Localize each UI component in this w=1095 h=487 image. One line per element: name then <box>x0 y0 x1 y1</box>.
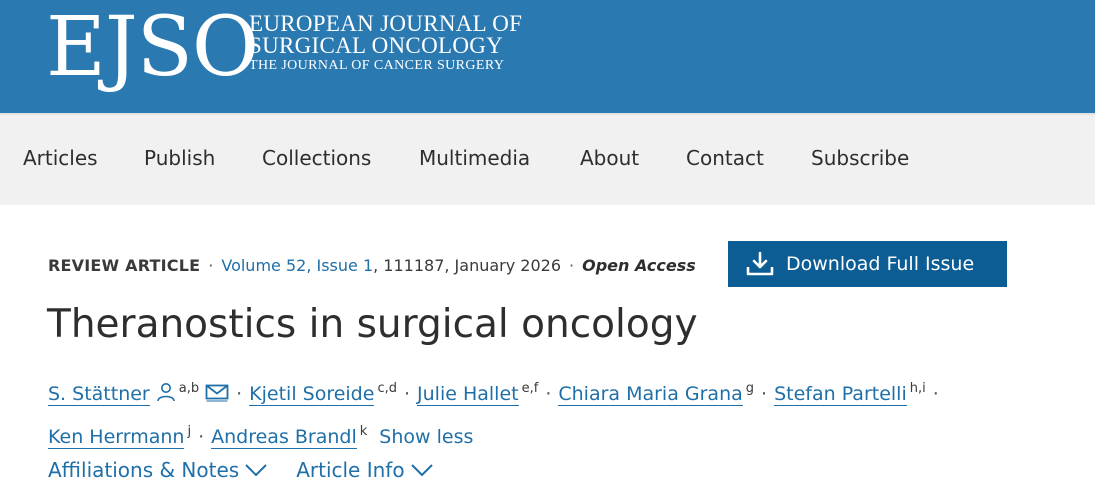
author-affiliation-sup[interactable]: h,i <box>910 381 926 396</box>
article-info-toggle[interactable]: Article Info <box>296 458 433 482</box>
author-name[interactable]: Andreas Brandl <box>211 426 357 449</box>
nav-multimedia[interactable]: Multimedia <box>419 146 530 170</box>
author-name[interactable]: Stefan Partelli <box>774 383 907 406</box>
author-separator: · <box>236 383 243 405</box>
journal-tagline: THE JOURNAL OF CANCER SURGERY <box>249 58 505 73</box>
journal-name[interactable]: EUROPEAN JOURNAL OF SURGICAL ONCOLOGY TH… <box>249 11 523 75</box>
journal-name-line2: SURGICAL ONCOLOGY <box>249 33 504 58</box>
journal-banner: EJSO EUROPEAN JOURNAL OF SURGICAL ONCOLO… <box>0 0 1095 113</box>
volume-issue-link[interactable]: Volume 52, Issue 1 <box>221 256 373 275</box>
author-affiliation-sup[interactable]: a,b <box>179 381 199 396</box>
author-separator: · <box>198 426 205 448</box>
author-affiliation-sup[interactable]: k <box>360 424 368 439</box>
meta-separator: · <box>208 256 214 275</box>
author-name[interactable]: Chiara Maria Grana <box>558 383 743 406</box>
author-separator: · <box>403 383 411 405</box>
author-name[interactable]: Julie Hallet <box>417 383 519 406</box>
article-type: REVIEW ARTICLE <box>48 256 201 275</box>
nav-contact[interactable]: Contact <box>686 146 764 170</box>
author-name[interactable]: Ken Herrmann <box>48 426 185 449</box>
nav-about[interactable]: About <box>580 146 639 170</box>
author-affiliation-sup[interactable]: g <box>746 381 754 396</box>
affiliations-notes-toggle[interactable]: Affiliations & Notes <box>48 458 268 482</box>
nav-publish[interactable]: Publish <box>144 146 215 170</box>
article-title: Theranostics in surgical oncology <box>47 302 698 347</box>
affiliations-notes-label: Affiliations & Notes <box>48 458 240 482</box>
journal-logo[interactable]: EJSO <box>46 2 259 94</box>
author-list: S. Stättner a,b · Kjetil Soreide c,d · Julie H… <box>48 371 1048 455</box>
author-separator: · <box>932 383 939 405</box>
nav-subscribe[interactable]: Subscribe <box>811 146 909 170</box>
main-nav: Articles Publish Collections Multimedia … <box>0 113 1095 205</box>
chevron-down-icon <box>410 458 434 482</box>
envelope-icon[interactable] <box>205 378 229 414</box>
nav-articles[interactable]: Articles <box>23 146 98 170</box>
author-separator: · <box>761 383 768 405</box>
author-affiliation-sup[interactable]: c,d <box>377 381 397 396</box>
journal-name-line1: EUROPEAN JOURNAL OF <box>249 11 523 36</box>
article-number-date: , 111187, January 2026 <box>373 256 562 275</box>
show-less-link[interactable]: Show less <box>379 426 473 448</box>
author-name[interactable]: Kjetil Soreide <box>249 383 375 406</box>
open-access-label: Open Access <box>582 256 696 275</box>
author-affiliation-sup[interactable]: e,f <box>522 381 539 396</box>
author-separator: · <box>545 383 552 405</box>
person-icon[interactable] <box>156 378 176 414</box>
author-name[interactable]: S. Stättner <box>48 383 150 406</box>
chevron-down-icon <box>244 458 268 482</box>
download-button-label: Download Full Issue <box>786 253 975 275</box>
article-details-toggles: Affiliations & Notes Article Info <box>48 458 434 482</box>
download-icon <box>746 251 774 276</box>
meta-separator: · <box>569 256 575 275</box>
nav-collections[interactable]: Collections <box>262 146 371 170</box>
download-full-issue-button[interactable]: Download Full Issue <box>728 241 1007 287</box>
article-info-label: Article Info <box>296 458 405 482</box>
author-affiliation-sup[interactable]: j <box>187 424 191 439</box>
article-meta: REVIEW ARTICLE · Volume 52, Issue 1, 11118… <box>48 256 696 275</box>
